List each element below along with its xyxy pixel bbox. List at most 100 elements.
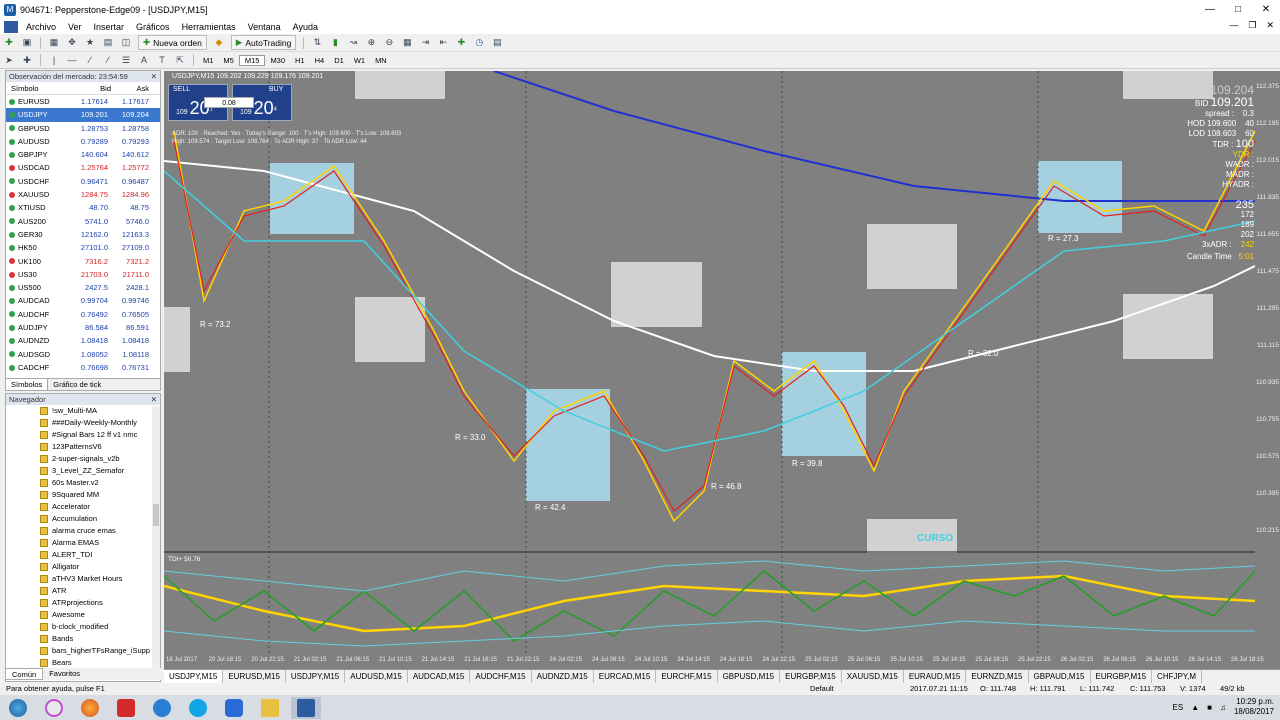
market-watch-row[interactable]: XAUUSD 1284.75 1284.96	[6, 188, 160, 201]
market-watch-row[interactable]: US500 2427.5 2428.1	[6, 281, 160, 294]
navigator-item[interactable]: ATR	[6, 585, 160, 597]
market-watch-row[interactable]: AUDSGD 1.08052 1.08118	[6, 348, 160, 361]
price-axis[interactable]: 112.375 112.195 112.015 111.835 111.655 111.4…	[1255, 71, 1280, 669]
timeframe-m5[interactable]: M5	[218, 56, 238, 65]
market-watch-row[interactable]: XTIUSD 48.70 48.75	[6, 201, 160, 214]
price-chart[interactable]	[164, 71, 1280, 669]
market-watch-icon[interactable]: ▦	[46, 36, 62, 50]
tile-windows-icon[interactable]: ▦	[399, 36, 415, 50]
navigator-item[interactable]: ATRprojections	[6, 597, 160, 609]
market-watch-row[interactable]: AUDCHF 0.76492 0.76505	[6, 308, 160, 321]
navigator-item[interactable]: 3_Level_ZZ_Semafor	[6, 465, 160, 477]
profiles-icon[interactable]: ▣	[19, 36, 35, 50]
chart-tab[interactable]: GBPUSD,M15	[718, 670, 781, 683]
menu-graficos[interactable]: Gráficos	[130, 22, 176, 32]
chart-tab[interactable]: AUDNZD,M15	[532, 670, 594, 683]
child-minimize-button[interactable]: —	[1229, 20, 1238, 31]
zoom-out-icon[interactable]: ⊖	[381, 36, 397, 50]
chart-tab[interactable]: AUDCHF,M15	[470, 670, 532, 683]
chart-tab[interactable]: CHFJPY,M	[1152, 670, 1203, 683]
timeframe-h1[interactable]: H1	[290, 56, 310, 65]
market-watch-row[interactable]: GBPJPY 140.604 140.612	[6, 148, 160, 161]
bar-chart-icon[interactable]: ⇅	[309, 36, 325, 50]
timeframe-h4[interactable]: H4	[310, 56, 330, 65]
channel-icon[interactable]: ⁄	[100, 53, 116, 67]
close-icon[interactable]: ✕	[151, 394, 157, 405]
data-window-icon[interactable]: ✥	[64, 36, 80, 50]
navigator-item[interactable]: 2-super-signals_v2b	[6, 453, 160, 465]
navigator-item[interactable]: ###Daily-Weekly-Monthly	[6, 417, 160, 429]
chart-tab[interactable]: EURCHF,M15	[656, 670, 718, 683]
market-watch-row[interactable]: UK100 7316.2 7321.2	[6, 255, 160, 268]
menu-ayuda[interactable]: Ayuda	[287, 22, 324, 32]
metatrader-icon[interactable]	[291, 696, 321, 719]
navigator-item[interactable]: !sw_Multi-MA	[6, 405, 160, 417]
tester-icon[interactable]: ◫	[118, 36, 134, 50]
folder-icon[interactable]	[255, 697, 285, 719]
market-watch-row[interactable]: GBPUSD 1.28753 1.28758	[6, 122, 160, 135]
chart-shift-icon[interactable]: ⇤	[435, 36, 451, 50]
market-watch-row[interactable]: US30 21703.0 21711.0	[6, 268, 160, 281]
crosshair-icon[interactable]: ✚	[19, 53, 35, 67]
navigator-item[interactable]: ALERT_TDI	[6, 549, 160, 561]
menu-herramientas[interactable]: Herramientas	[176, 22, 242, 32]
navigator-item[interactable]: Bands	[6, 633, 160, 645]
new-chart-icon[interactable]: ✚	[1, 36, 17, 50]
child-close-button[interactable]: ✕	[1266, 20, 1274, 31]
new-order-button[interactable]: ✚ Nueva orden	[138, 35, 207, 50]
periods-icon[interactable]: ◷	[471, 36, 487, 50]
timeframe-m1[interactable]: M1	[198, 56, 218, 65]
horizontal-line-icon[interactable]: —	[64, 53, 80, 67]
timeframe-m15[interactable]: M15	[238, 54, 266, 66]
arrows-icon[interactable]: ⇱	[172, 53, 188, 67]
label-icon[interactable]: T	[154, 53, 170, 67]
timeframe-w1[interactable]: W1	[349, 56, 370, 65]
close-icon[interactable]: ✕	[151, 71, 157, 82]
tab-symbols[interactable]: Símbolos	[6, 379, 49, 390]
timeframe-mn[interactable]: MN	[370, 56, 392, 65]
navigator-item[interactable]: bars_higherTFsRange_iSupp	[6, 645, 160, 657]
video-icon[interactable]	[219, 697, 249, 719]
menu-insertar[interactable]: Insertar	[88, 22, 131, 32]
market-watch-row[interactable]: EURUSD 1.17614 1.17617	[6, 95, 160, 108]
tab-comun[interactable]: Común	[5, 668, 44, 680]
close-button[interactable]: ✕	[1252, 0, 1280, 19]
market-watch-row[interactable]: AUS200 5741.0 5746.0	[6, 215, 160, 228]
navigator-item[interactable]: Accelerator	[6, 501, 160, 513]
child-restore-button[interactable]: ❐	[1248, 20, 1256, 31]
itunes-icon[interactable]	[39, 697, 69, 719]
market-watch-row[interactable]: AUDUSD 0.79289 0.79293	[6, 135, 160, 148]
chart-tab[interactable]: AUDCAD,M15	[408, 670, 471, 683]
messenger-icon[interactable]	[147, 697, 177, 719]
symbol-header[interactable]: Símbolo	[6, 82, 76, 94]
navigator-item[interactable]: Awesome	[6, 609, 160, 621]
network-icon[interactable]: ■	[1207, 703, 1212, 712]
maximize-button[interactable]: □	[1224, 0, 1252, 19]
menu-ventana[interactable]: Ventana	[242, 22, 287, 32]
navigator-scrollbar[interactable]	[152, 406, 160, 668]
navigator-item[interactable]: aTHV3 Market Hours	[6, 573, 160, 585]
chart-window[interactable]: USDJPY,M15 109.202 109.229 109.176 109.2…	[164, 71, 1280, 669]
market-watch-row[interactable]: CADCHF 0.76698 0.76731	[6, 361, 160, 374]
chart-tab[interactable]: EURCAD,M15	[594, 670, 657, 683]
candle-chart-icon[interactable]: ▮	[327, 36, 343, 50]
chart-tab[interactable]: EURGBP,M15	[1091, 670, 1153, 683]
text-icon[interactable]: A	[136, 53, 152, 67]
chart-tab[interactable]: EURGBP,M15	[780, 670, 842, 683]
menu-ver[interactable]: Ver	[62, 22, 88, 32]
terminal-icon[interactable]: ▤	[100, 36, 116, 50]
navigator-item[interactable]: 123PatternsV6	[6, 441, 160, 453]
cursor-icon[interactable]: ➤	[1, 53, 17, 67]
chart-tab[interactable]: USDJPY,M15	[164, 670, 224, 683]
templates-icon[interactable]: ▤	[489, 36, 505, 50]
indicators-icon[interactable]: ✚	[453, 36, 469, 50]
market-watch-row[interactable]: USDCHF 0.96471 0.96487	[6, 175, 160, 188]
market-watch-row[interactable]: AUDJPY 86.584 86.591	[6, 321, 160, 334]
chart-tab[interactable]: EURAUD,M15	[904, 670, 967, 683]
ask-header[interactable]: Ask	[111, 82, 152, 94]
bid-header[interactable]: Bid	[76, 82, 111, 94]
navigator-item[interactable]: 60s Master.v2	[6, 477, 160, 489]
navigator-item[interactable]: b-clock_modified	[6, 621, 160, 633]
lot-size-input[interactable]: 0.08	[204, 97, 254, 108]
market-watch-row[interactable]: HK50 27101.0 27109.0	[6, 241, 160, 254]
